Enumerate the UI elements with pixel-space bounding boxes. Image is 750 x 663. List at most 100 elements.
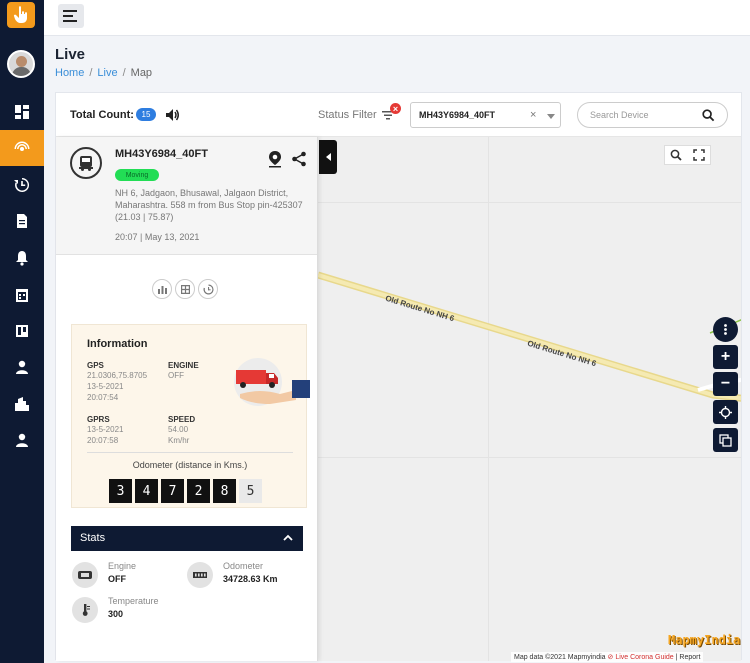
vehicle-header: MH43Y6984_40FT Moving NH 6, Jadgaon, Bhu… <box>56 137 317 255</box>
app-logo-icon[interactable] <box>7 2 35 28</box>
information-title: Information <box>87 338 148 350</box>
map-search-icon[interactable] <box>670 149 682 161</box>
gps-label: GPS <box>87 361 104 370</box>
search-device-box <box>577 102 728 128</box>
menu-toggle-button[interactable] <box>58 4 84 28</box>
vehicle-address: NH 6, Jadgaon, Bhusawal, Jalgaon Distric… <box>115 188 303 222</box>
map-attribution: Map data ©2021 Mapmyindia ⊘ Live Corona … <box>511 652 704 662</box>
grid-button[interactable] <box>175 279 195 299</box>
stat-odometer-label: Odometer <box>223 561 264 571</box>
chart-button[interactable] <box>152 279 172 299</box>
report-icon <box>17 214 27 228</box>
sidebar-item-calendar[interactable] <box>0 277 44 313</box>
odometer-label: Odometer (distance in Kms.) <box>132 460 248 470</box>
clear-selection-icon[interactable]: × <box>530 109 536 121</box>
breadcrumb-separator: / <box>89 67 93 79</box>
avatar[interactable] <box>7 50 35 78</box>
engine-icon <box>72 562 98 588</box>
stats-title: Stats <box>80 532 106 544</box>
total-count-badge: 15 <box>136 108 156 121</box>
sidebar-item-reports[interactable] <box>0 203 44 239</box>
grid-icon <box>180 284 190 294</box>
sidebar-item-account[interactable] <box>0 422 44 458</box>
sidebar-item-alerts[interactable] <box>0 240 44 276</box>
stat-engine-value: OFF <box>108 574 126 584</box>
status-filter-label[interactable]: Status Filter <box>318 109 377 121</box>
truck-delivery-illustration <box>234 358 310 406</box>
engine-label: ENGINE <box>168 361 199 370</box>
sidebar-item-live[interactable] <box>0 130 44 166</box>
speed-unit: Km/hr <box>168 436 190 445</box>
kebab-icon <box>724 324 727 335</box>
stats-header[interactable]: Stats <box>71 526 303 551</box>
share-icon[interactable] <box>291 151 307 167</box>
total-count-label: Total Count: <box>70 109 134 121</box>
history-icon <box>203 284 214 294</box>
calendar-icon <box>16 289 28 302</box>
odometer-digit: 8 <box>213 479 236 503</box>
odometer-digit: 3 <box>109 479 132 503</box>
speaker-icon[interactable] <box>164 107 180 123</box>
chevron-down-icon[interactable] <box>547 114 555 119</box>
sidebar-item-users[interactable] <box>0 349 44 385</box>
history-button[interactable] <box>198 279 218 299</box>
report-link[interactable]: Report <box>679 654 700 661</box>
gps-time: 20:07:54 <box>87 393 119 402</box>
user-icon <box>16 360 28 374</box>
breadcrumb-separator: / <box>122 67 126 79</box>
sidebar-item-organization[interactable] <box>0 386 44 422</box>
dashboard-icon <box>15 105 29 119</box>
sidebar-item-dashboard[interactable] <box>0 94 44 130</box>
locate-button[interactable] <box>713 400 738 424</box>
map-canvas[interactable] <box>318 137 741 661</box>
odometer-digit: 2 <box>187 479 210 503</box>
chevron-up-icon <box>283 534 293 541</box>
alert-icon <box>16 251 28 266</box>
sidebar-item-board[interactable] <box>0 313 44 349</box>
device-select[interactable]: MH43Y6984_40FT × <box>410 102 561 128</box>
filter-clear-badge[interactable]: × <box>390 103 401 114</box>
gprs-time: 20:07:58 <box>87 436 119 445</box>
search-input[interactable] <box>590 108 700 122</box>
stat-engine-label: Engine <box>108 561 137 571</box>
truck-icon <box>70 147 102 179</box>
odometer-digit: 5 <box>239 479 262 503</box>
thermometer-icon <box>72 597 98 623</box>
mapmyindia-watermark: MapmyIndia <box>668 633 741 647</box>
speed-value: 54.00 <box>168 425 189 434</box>
engine-value: OFF <box>168 371 184 380</box>
fullscreen-icon[interactable] <box>693 149 705 161</box>
status-badge: Moving <box>115 169 159 181</box>
vehicle-actions <box>152 279 218 299</box>
information-box: Information GPS 21.0306,75.8705 13-5-202… <box>71 324 310 508</box>
odometer-display: 3 4 7 2 8 5 <box>109 479 262 503</box>
more-options-button[interactable] <box>713 317 738 342</box>
road-network <box>318 271 741 402</box>
gps-date: 13-5-2021 <box>87 382 124 391</box>
zoom-in-button[interactable]: + <box>713 345 738 369</box>
search-icon[interactable] <box>702 109 715 122</box>
divider <box>87 452 293 453</box>
board-icon <box>16 325 28 337</box>
speed-label: SPEED <box>168 415 196 424</box>
vehicle-timestamp: 20:07 | May 13, 2021 <box>115 232 200 242</box>
vehicle-detail-panel: MH43Y6984_40FT Moving NH 6, Jadgaon, Bhu… <box>56 137 318 661</box>
breadcrumb-home[interactable]: Home <box>55 67 84 79</box>
odometer-digit: 4 <box>135 479 158 503</box>
top-bar <box>44 0 750 36</box>
selected-device: MH43Y6984_40FT <box>419 110 496 120</box>
breadcrumb-current: Map <box>130 67 153 79</box>
breadcrumb: Home / Live / Map <box>55 67 152 79</box>
account-icon <box>16 433 28 447</box>
sidebar-item-history[interactable] <box>0 167 44 203</box>
location-pin-icon[interactable] <box>267 150 283 168</box>
live-tracking-icon <box>14 141 30 151</box>
breadcrumb-live[interactable]: Live <box>97 67 117 79</box>
odometer-icon <box>187 562 213 588</box>
zoom-out-button[interactable]: − <box>713 372 738 396</box>
layers-icon <box>719 433 732 447</box>
layers-button[interactable] <box>713 428 738 452</box>
collapse-panel-button[interactable] <box>319 140 337 174</box>
gps-coords: 21.0306,75.8705 <box>87 371 148 380</box>
corona-guide-link[interactable]: ⊘ Live Corona Guide <box>608 654 674 661</box>
